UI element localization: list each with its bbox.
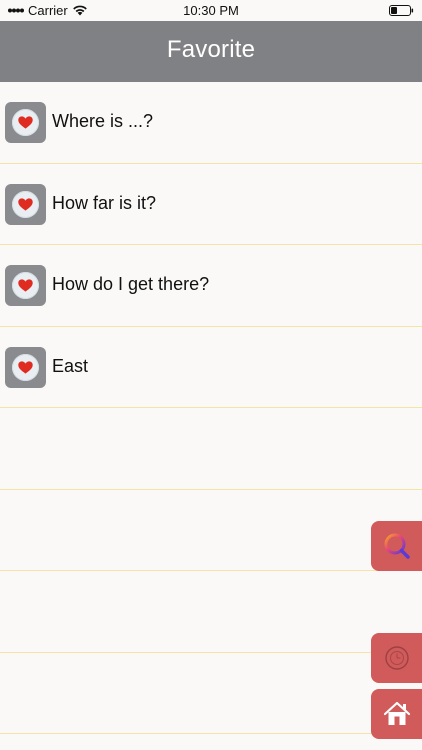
battery-icon — [389, 5, 414, 16]
phrase-text: Where is ...? — [52, 111, 154, 131]
empty-row — [0, 653, 422, 734]
search-icon — [384, 533, 410, 559]
favorite-heart-button[interactable] — [5, 346, 46, 388]
heart-icon — [12, 109, 39, 136]
timer-button[interactable] — [371, 633, 422, 683]
favorite-heart-button[interactable] — [5, 183, 46, 225]
list-item[interactable]: How far is it? — [0, 164, 422, 245]
search-button[interactable] — [371, 521, 422, 571]
home-button[interactable] — [371, 689, 422, 739]
timer-icon — [385, 646, 409, 670]
favorite-heart-button[interactable] — [5, 265, 46, 306]
list-item[interactable]: How do I get there? — [0, 245, 422, 327]
phrase-text: How far is it? — [52, 192, 157, 213]
list-item[interactable]: Where is ...? — [0, 82, 422, 164]
heart-icon — [12, 190, 39, 218]
phrase-text: East — [52, 355, 89, 376]
phrase-text: How do I get there? — [52, 274, 210, 294]
page-title: Favorite — [166, 36, 256, 63]
home-icon — [383, 701, 411, 725]
clock-time: 10:30 PM — [183, 3, 239, 18]
empty-row — [0, 490, 422, 571]
app-screen: Carrier 10:30 PM Favorite Where is ...? — [0, 0, 422, 750]
heart-icon — [12, 272, 39, 299]
navigation-bar: Favorite — [0, 21, 422, 82]
list-item[interactable]: East — [0, 327, 422, 408]
status-bar: Carrier 10:30 PM — [0, 0, 422, 21]
heart-icon — [12, 353, 39, 381]
empty-row — [0, 408, 422, 490]
favorite-heart-button[interactable] — [5, 102, 46, 143]
favorites-list: Where is ...? How far is it? How do I ge… — [0, 82, 422, 734]
empty-row — [0, 571, 422, 653]
